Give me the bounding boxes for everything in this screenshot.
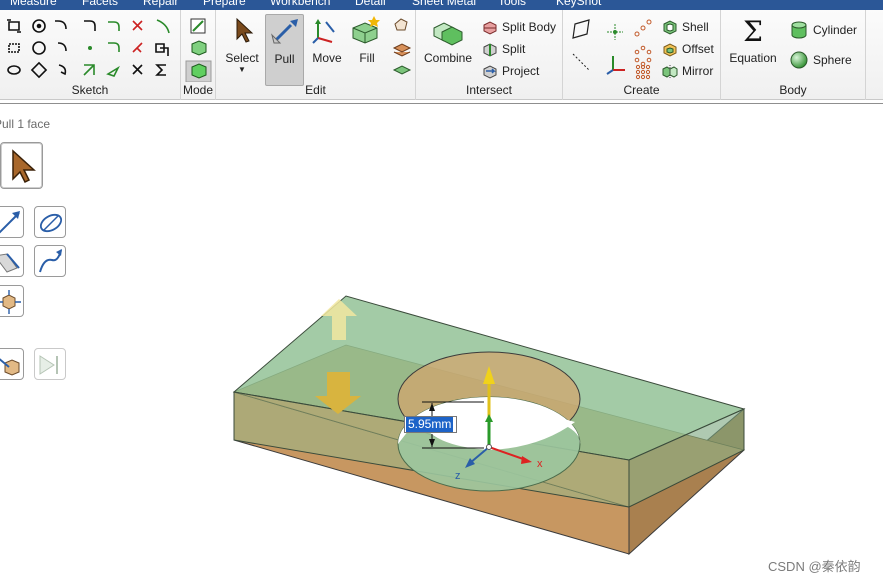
mirror-button[interactable]: Mirror — [662, 61, 713, 81]
shell-icon — [663, 20, 677, 35]
3d-mode-icon[interactable] — [185, 60, 212, 82]
edit-group-label: Edit — [305, 83, 326, 97]
section-mode-icon[interactable] — [191, 40, 207, 56]
menu-bar: Measure Facets Repair Prepare Workbench … — [0, 0, 883, 10]
point-pattern-icon[interactable] — [634, 19, 652, 37]
combine-label: Combine — [424, 51, 473, 65]
pull-label: Pull — [274, 52, 295, 66]
body-group: Σ Equation Cylinder Sphere Body — [721, 10, 866, 100]
combine-button[interactable]: Combine — [424, 14, 472, 65]
shell-label: Shell — [682, 20, 709, 34]
select-button[interactable]: Select ▼ — [223, 14, 261, 74]
project-icon — [483, 65, 497, 79]
circular-pattern-icon[interactable] — [634, 45, 652, 67]
tab-prepare[interactable]: Prepare — [203, 0, 246, 8]
axis-icon[interactable] — [572, 53, 590, 71]
edit-side-icons — [392, 18, 412, 75]
create-group-label: Create — [623, 83, 660, 97]
tab-facets[interactable]: Facets — [82, 0, 118, 8]
fill-button[interactable]: Fill — [348, 14, 386, 65]
sphere-label: Sphere — [813, 53, 852, 67]
tab-detail[interactable]: Detail — [355, 0, 386, 8]
fill-icon — [352, 16, 380, 44]
coordinate-system-icon[interactable] — [606, 56, 625, 75]
sketch-group: Sketch — [0, 10, 181, 100]
tab-workbench[interactable]: Workbench — [270, 0, 330, 8]
cylinder-icon — [791, 21, 807, 39]
plane-icon[interactable] — [572, 19, 590, 39]
tab-tools[interactable]: Tools — [498, 0, 526, 8]
split-body-button[interactable]: Split Body — [482, 17, 556, 37]
origin-icon[interactable] — [607, 24, 623, 40]
split-icon — [483, 43, 497, 57]
equation-button[interactable]: Σ Equation — [729, 14, 777, 65]
svg-text:Σ: Σ — [743, 15, 763, 46]
move-button[interactable]: Move — [308, 14, 346, 65]
split-label: Split — [502, 42, 526, 56]
replace-face-icon[interactable] — [392, 65, 412, 75]
tweak-face-icon[interactable] — [392, 43, 412, 57]
watermark: CSDN @秦依韵 — [768, 559, 861, 574]
sphere-icon — [790, 51, 808, 69]
mode-icons — [185, 18, 212, 82]
grid-pattern-icon[interactable] — [635, 64, 651, 80]
tab-sheet-metal[interactable]: Sheet Metal — [412, 0, 476, 8]
mode-group-label: Mode — [182, 83, 214, 97]
create-group: Shell Offset Mirror Create — [563, 10, 721, 100]
select-label: Select — [225, 51, 259, 65]
cylinder-label: Cylinder — [813, 23, 858, 37]
fill-label: Fill — [359, 51, 375, 65]
select-dropdown-icon[interactable]: ▼ — [223, 65, 261, 74]
tab-repair[interactable]: Repair — [143, 0, 178, 8]
sketch-group-label: Sketch — [71, 83, 109, 97]
offset-icon — [663, 43, 677, 57]
sketch-tools-icon[interactable] — [0, 10, 181, 82]
offset-label: Offset — [682, 42, 714, 56]
dimension-value[interactable]: 5.95mm — [406, 417, 454, 432]
tab-measure[interactable]: Measure — [10, 0, 57, 8]
sphere-button[interactable]: Sphere — [789, 50, 852, 70]
shell-button[interactable]: Shell — [662, 17, 709, 37]
select-arrow-icon — [236, 17, 254, 43]
mirror-icon — [662, 65, 678, 78]
pull-button[interactable]: Pull — [265, 14, 304, 86]
cylinder-button[interactable]: Cylinder — [789, 20, 857, 40]
mode-group: Mode — [181, 10, 216, 100]
app-window: Measure Facets Repair Prepare Workbench … — [0, 0, 883, 580]
pull-icon — [271, 19, 298, 44]
split-body-label: Split Body — [502, 20, 557, 34]
z-axis-label: z — [455, 470, 461, 482]
split-button[interactable]: Split — [482, 39, 525, 59]
model-viewport[interactable]: x z — [0, 104, 883, 580]
intersect-group-label: Intersect — [465, 83, 513, 97]
create-tools-icons — [572, 19, 652, 80]
body-group-label: Body — [779, 83, 807, 97]
move-label: Move — [312, 51, 342, 65]
tab-keyshot[interactable]: KeyShot — [556, 0, 601, 8]
project-label: Project — [502, 64, 540, 78]
sigma-icon: Σ — [743, 15, 763, 48]
split-body-icon — [483, 21, 497, 35]
combine-icon — [433, 22, 463, 46]
edit-group: Select ▼ Pull Move Fill Edit — [216, 10, 416, 100]
offset-button[interactable]: Offset — [662, 39, 714, 59]
x-axis-label: x — [537, 458, 543, 470]
equation-label: Equation — [729, 51, 777, 65]
ribbon: Sketch Mode Select ▼ Pull Move Fill Edit… — [0, 10, 883, 100]
blend-icon[interactable] — [394, 18, 408, 31]
dimension-input[interactable]: 5.95mm — [404, 416, 457, 433]
project-button[interactable]: Project — [482, 61, 539, 81]
move-icon — [312, 19, 335, 44]
intersect-group: Combine Split Body Split Project Interse… — [416, 10, 563, 100]
sketch-mode-icon[interactable] — [190, 18, 206, 34]
mirror-label: Mirror — [682, 64, 714, 78]
